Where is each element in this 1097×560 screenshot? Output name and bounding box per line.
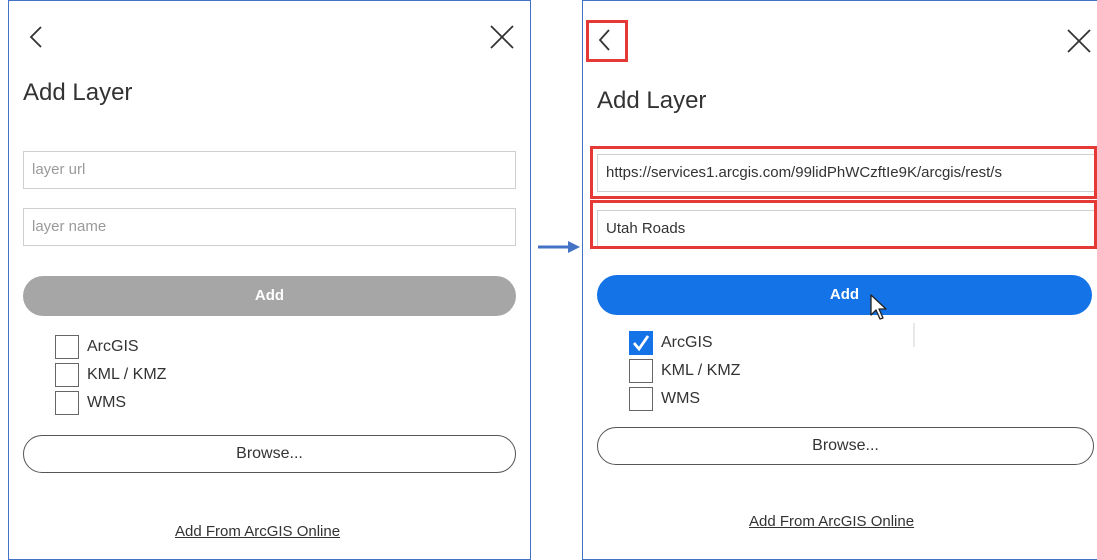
option-kml-kmz[interactable]: KML / KMZ (55, 362, 166, 388)
back-chevron-icon[interactable] (595, 27, 615, 53)
add-from-arcgis-online-link[interactable]: Add From ArcGIS Online (175, 523, 340, 540)
checkbox-checked[interactable] (629, 331, 653, 355)
option-wms[interactable]: WMS (629, 386, 700, 412)
checkbox[interactable] (55, 363, 79, 387)
add-button[interactable]: Add (23, 276, 516, 316)
option-label: WMS (661, 390, 701, 407)
close-icon[interactable] (1065, 27, 1093, 55)
layer-url-input[interactable]: layer url (23, 151, 516, 189)
back-chevron-icon[interactable] (25, 23, 49, 51)
checkbox[interactable] (629, 359, 653, 383)
panel-title: Add Layer (23, 79, 133, 106)
add-layer-panel-after: Add Layer https://services1.arcgis.com/9… (582, 0, 1097, 560)
option-arcgis[interactable]: ArcGIS (629, 330, 713, 356)
option-label: KML / KMZ (661, 362, 741, 379)
option-label: KML / KMZ (87, 366, 167, 383)
checkbox[interactable] (629, 387, 653, 411)
option-wms[interactable]: WMS (55, 390, 126, 416)
option-label: WMS (87, 394, 127, 411)
layer-url-input[interactable]: https://services1.arcgis.com/99lidPhWCzf… (597, 154, 1097, 192)
checkbox[interactable] (55, 391, 79, 415)
right-arrow-icon (538, 241, 580, 253)
cursor-trail (913, 323, 915, 347)
layer-name-input[interactable]: layer name (23, 208, 516, 246)
close-icon[interactable] (488, 23, 516, 51)
option-label: ArcGIS (87, 338, 139, 355)
panel-title: Add Layer (597, 87, 707, 114)
option-label: ArcGIS (661, 334, 713, 351)
add-layer-panel-before: Add Layer layer url layer name Add ArcGI… (8, 0, 531, 560)
mouse-cursor-icon (870, 294, 887, 320)
add-from-arcgis-online-link[interactable]: Add From ArcGIS Online (749, 513, 914, 530)
layer-name-input[interactable]: Utah Roads (597, 210, 1097, 248)
browse-button[interactable]: Browse... (597, 427, 1094, 465)
option-arcgis[interactable]: ArcGIS (55, 334, 139, 360)
add-button[interactable]: Add (597, 275, 1092, 315)
checkbox[interactable] (55, 335, 79, 359)
browse-button[interactable]: Browse... (23, 435, 516, 473)
option-kml-kmz[interactable]: KML / KMZ (629, 358, 740, 384)
check-icon (632, 335, 650, 352)
